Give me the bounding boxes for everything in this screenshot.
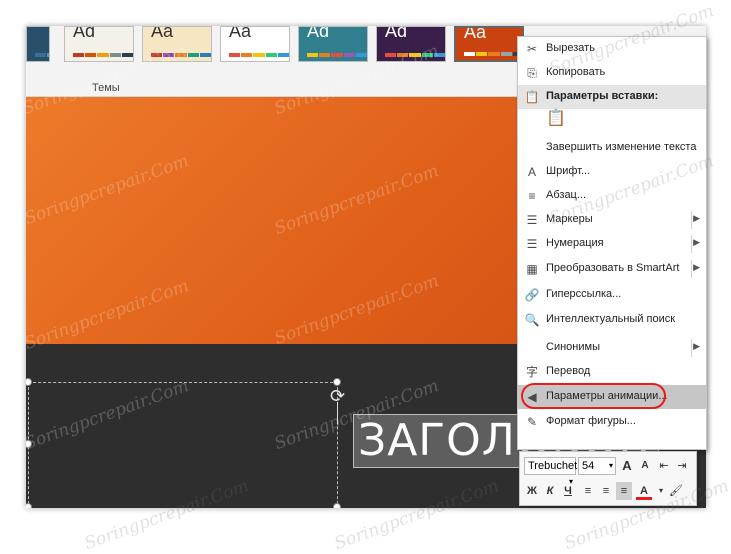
submenu-divider <box>691 235 692 253</box>
menu-item-label: Абзац... <box>546 189 587 201</box>
menu-item-icon: 🔍 <box>524 313 540 327</box>
font-size-value: 54 <box>582 460 595 472</box>
context-menu-item[interactable]: ≡ Абзац... <box>518 184 706 208</box>
align-right-icon[interactable]: ≡ <box>616 482 632 500</box>
context-menu-item[interactable]: 🔗 Гиперссылка... <box>518 283 706 307</box>
shrink-font-button[interactable]: A <box>637 457 653 475</box>
theme-sample-text: Ad <box>73 26 96 41</box>
theme-sample-text: Aa <box>464 26 487 42</box>
theme-sample-text: Aa <box>229 26 252 41</box>
align-left-icon[interactable]: ≡ <box>580 482 596 500</box>
mini-toolbar: Trebuchet ▾ 54 ▾ A A ⇤ ⇥ Ж К Ч ≡ ≡ ≡ A ▾ 🖌 <box>519 451 697 506</box>
font-name-value: Trebuchet <box>528 460 578 472</box>
submenu-divider <box>691 211 692 229</box>
submenu-divider <box>691 339 692 357</box>
theme-thumbnail[interactable]: Aa <box>142 26 212 62</box>
context-menu-item[interactable]: ✂ Вырезать <box>518 37 706 61</box>
grow-font-button[interactable]: A <box>619 457 635 475</box>
menu-item-label: Вырезать <box>546 42 595 54</box>
menu-item-icon: A <box>527 165 536 179</box>
font-name-select[interactable]: Trebuchet ▾ <box>524 457 578 486</box>
context-menu-item[interactable]: 字 Перевод <box>518 360 706 384</box>
font-color-button[interactable]: A <box>636 482 652 500</box>
theme-thumbnail[interactable] <box>26 26 50 62</box>
menu-item-icon: 📋 <box>524 90 540 104</box>
highlight-annotation-oval <box>521 383 666 409</box>
menu-item-label: Параметры вставки: <box>546 90 659 102</box>
format-painter-icon[interactable]: 🖌 <box>668 482 684 500</box>
menu-item-label: Преобразовать в SmartArt <box>546 262 680 274</box>
theme-thumbnail[interactable]: Aa <box>454 26 524 62</box>
underline-button[interactable]: Ч <box>560 482 576 500</box>
menu-item-icon: ▦ <box>526 262 538 276</box>
menu-item-icon: 🔗 <box>524 288 540 302</box>
increase-indent-icon[interactable]: ⇥ <box>674 457 690 475</box>
menu-item-icon: 字 <box>525 365 538 379</box>
theme-color-swatches <box>385 53 445 57</box>
submenu-arrow-icon: ▶ <box>693 262 700 272</box>
font-size-select[interactable]: 54 ▾ <box>578 457 616 475</box>
bold-button[interactable]: Ж <box>524 482 540 500</box>
theme-thumbnail[interactable]: Ad <box>376 26 446 62</box>
menu-item-icon: ✎ <box>526 415 538 429</box>
context-menu-item[interactable]: ✎ Формат фигуры... <box>518 410 706 434</box>
context-menu-item[interactable]: Завершить изменение текста <box>518 136 706 160</box>
title-placeholder-selection[interactable] <box>28 382 338 508</box>
submenu-divider <box>691 260 692 278</box>
menu-item-icon: ☰ <box>526 237 538 251</box>
theme-sample-text: Ad <box>307 26 330 41</box>
menu-item-label: Гиперссылка... <box>546 288 622 300</box>
theme-thumbnail[interactable]: Ad <box>64 26 134 62</box>
theme-color-swatches <box>35 53 49 57</box>
menu-item-icon <box>524 140 540 156</box>
theme-color-swatches <box>229 53 289 57</box>
context-menu-item[interactable]: ☰ Маркеры ▶ <box>518 208 706 232</box>
italic-button[interactable]: К <box>542 482 558 500</box>
paste-keep-text-option[interactable]: 📋 <box>518 107 706 135</box>
menu-item-label: Нумерация <box>546 237 604 249</box>
themes-group-label: Темы <box>92 82 120 94</box>
rotate-handle-icon[interactable]: ⟳ <box>330 386 345 407</box>
context-menu-item[interactable]: ⎘ Копировать <box>518 61 706 85</box>
resize-handle-bottom[interactable] <box>333 503 341 508</box>
theme-sample-text: Aa <box>151 26 174 41</box>
menu-item-icon: ≡ <box>528 189 536 203</box>
menu-item-label: Синонимы <box>546 341 600 353</box>
theme-sample-text: Ad <box>385 26 408 41</box>
submenu-arrow-icon: ▶ <box>693 237 700 247</box>
context-menu-item[interactable]: ▦ Преобразовать в SmartArt ▶ <box>518 257 706 281</box>
theme-color-swatches <box>151 53 211 57</box>
submenu-arrow-icon: ▶ <box>693 213 700 223</box>
menu-item-label: Перевод <box>546 365 591 377</box>
theme-thumbnail[interactable]: Aa <box>220 26 290 62</box>
align-center-icon[interactable]: ≡ <box>598 482 614 500</box>
chevron-down-icon[interactable]: ▾ <box>653 482 669 500</box>
menu-item-label: Маркеры <box>546 213 593 225</box>
paste-keep-text-icon: 📋 <box>546 110 566 127</box>
menu-item-icon: ✂ <box>526 42 538 56</box>
menu-item-label: Интеллектуальный поиск <box>546 313 676 325</box>
submenu-arrow-icon: ▶ <box>693 341 700 351</box>
decrease-indent-icon[interactable]: ⇤ <box>656 457 672 475</box>
menu-item-label: Копировать <box>546 66 606 78</box>
theme-color-swatches <box>73 53 133 57</box>
menu-item-label: Шрифт... <box>546 165 591 177</box>
menu-item-icon: ☰ <box>526 213 538 227</box>
chevron-down-icon: ▾ <box>608 461 613 470</box>
menu-item-icon: ⎘ <box>527 66 537 80</box>
theme-color-swatches <box>307 53 367 57</box>
resize-handle-bottom-left[interactable] <box>26 503 32 508</box>
resize-handle-top[interactable] <box>333 378 341 386</box>
theme-thumbnail[interactable]: Ad <box>298 26 368 62</box>
menu-item-icon <box>524 340 540 356</box>
menu-item-label: Завершить изменение текста <box>546 141 697 153</box>
context-menu-item[interactable]: A Шрифт... <box>518 160 706 184</box>
context-menu-item[interactable]: 🔍 Интеллектуальный поиск <box>518 308 706 332</box>
context-menu-item[interactable]: Синонимы ▶ <box>518 336 706 360</box>
menu-item-label: Формат фигуры... <box>546 415 636 427</box>
paste-options-header: 📋 Параметры вставки: <box>518 85 706 109</box>
context-menu-item[interactable]: ☰ Нумерация ▶ <box>518 232 706 256</box>
theme-color-swatches <box>464 52 522 56</box>
